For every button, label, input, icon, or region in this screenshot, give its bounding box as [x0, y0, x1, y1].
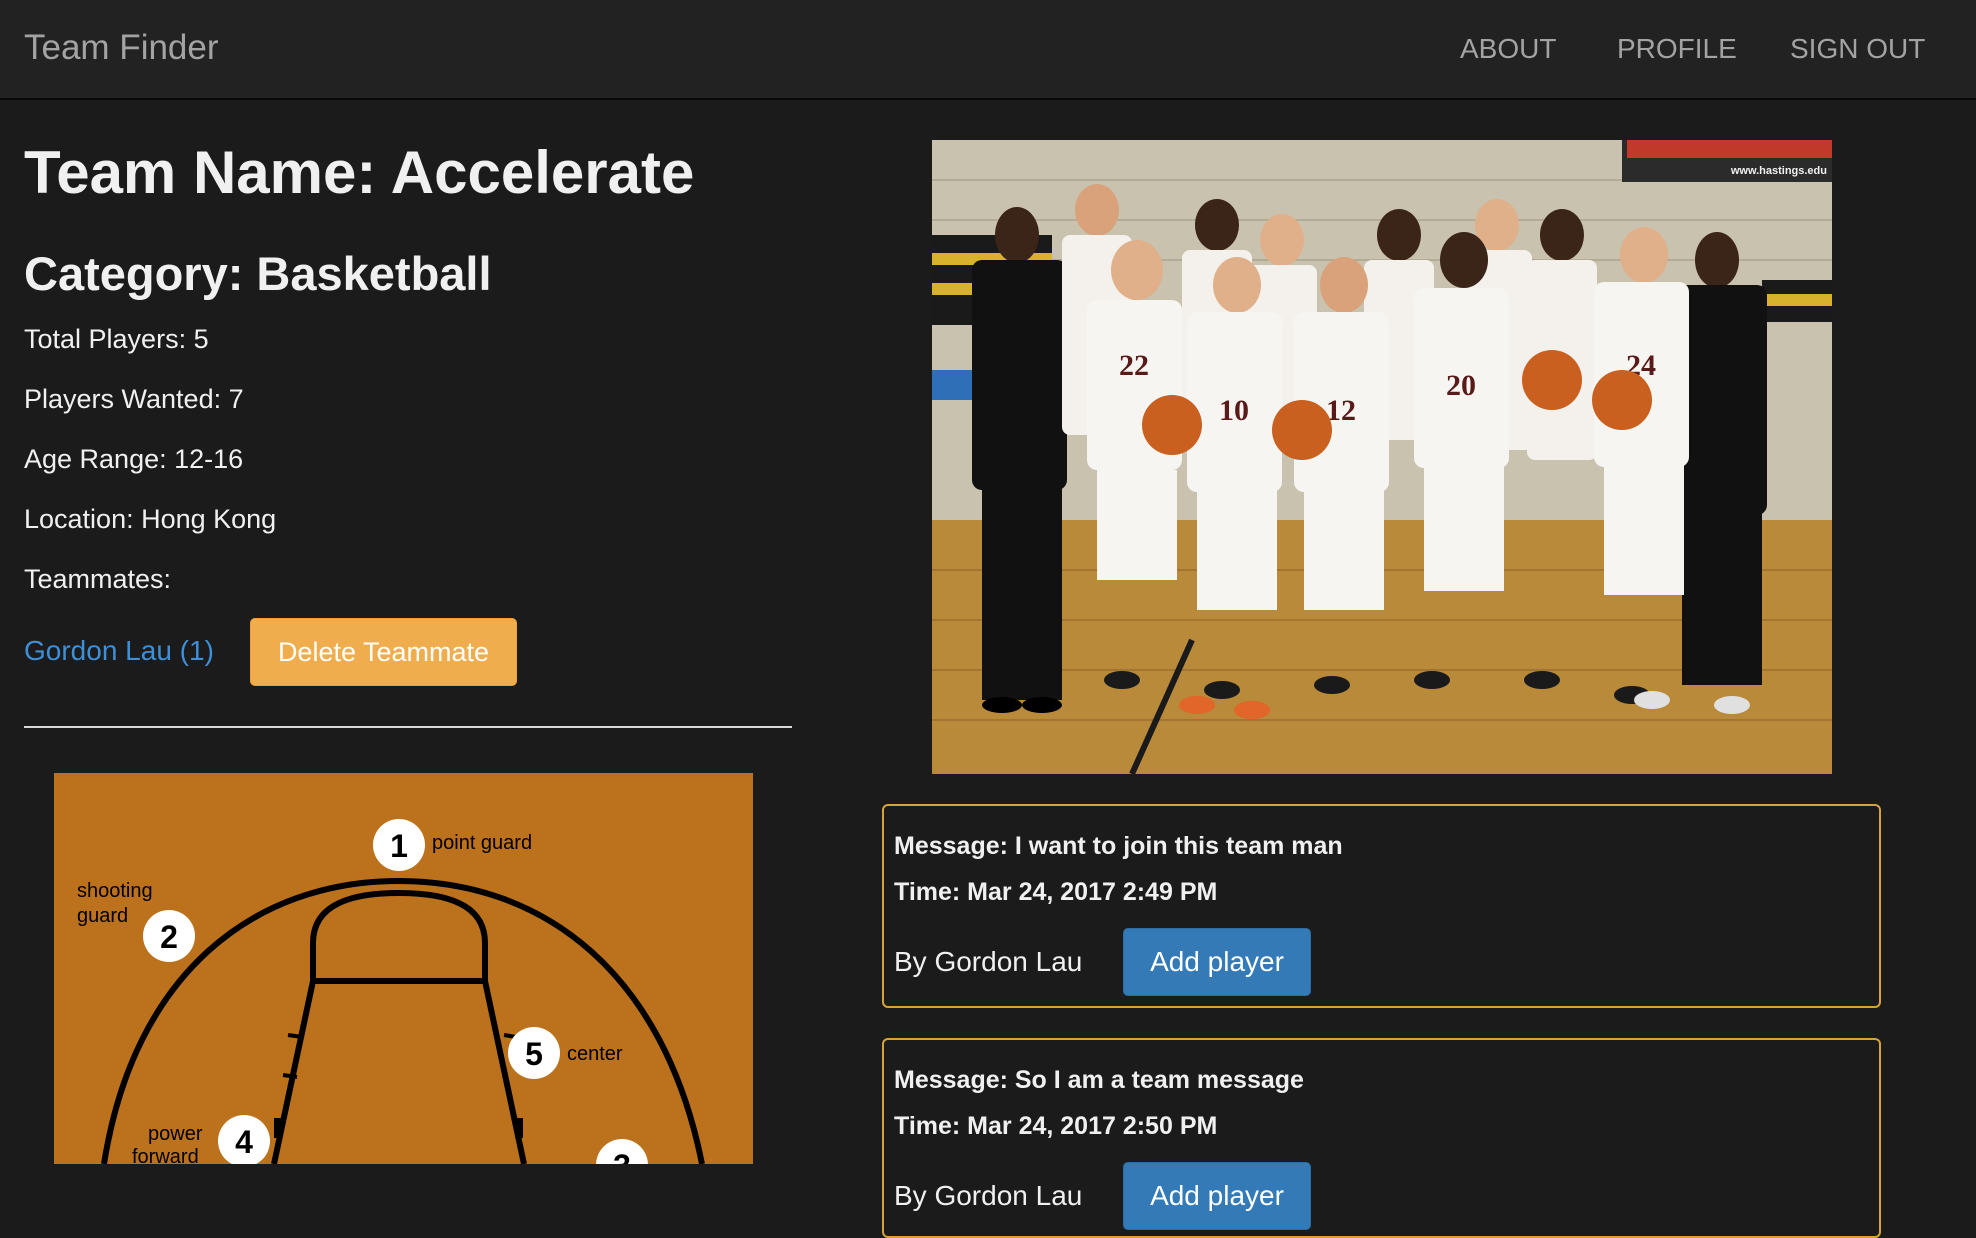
age-range: Age Range: 12-16 [24, 444, 244, 474]
position-1-label: point guard [432, 832, 532, 854]
players-wanted: Players Wanted: 7 [24, 384, 244, 414]
location: Location: Hong Kong [24, 504, 277, 534]
category-heading: Category: Basketball [24, 247, 492, 300]
message-author: By Gordon Lau [894, 1180, 1083, 1211]
court-diagram: 1 point guard 2 shooting guard 5 center … [54, 773, 753, 1164]
court-svg: 1 point guard 2 shooting guard 5 center … [77, 819, 705, 1164]
position-1-number: 1 [390, 828, 408, 864]
teammate-link[interactable]: Gordon Lau (1) [24, 635, 214, 667]
message-card: Message: So I am a team message Time: Ma… [882, 1038, 1881, 1238]
position-2-label-line1: shooting [77, 880, 153, 902]
message-time: Time: Mar 24, 2017 2:50 PM [894, 1112, 1218, 1140]
message-text: Message: So I am a team message [894, 1066, 1304, 1094]
lane-mark [287, 1033, 303, 1039]
team-name-heading: Team Name: Accelerate [24, 139, 695, 206]
position-2-label-line2: guard [77, 905, 128, 927]
teammates-label: Teammates: [24, 564, 172, 594]
team-photo-svg: www.hastings.edu 22 10 12 20 24 [932, 140, 1832, 774]
position-4-label-line1: power [148, 1123, 203, 1145]
position-3-number: 3 [613, 1148, 631, 1164]
lane-block [274, 1118, 282, 1138]
jersey-number-10: 10 [1219, 394, 1249, 427]
add-player-button[interactable]: Add player [1123, 928, 1311, 996]
brand-logo[interactable]: Team Finder [24, 28, 219, 68]
lane-block [515, 1118, 523, 1138]
message-text: Message: I want to join this team man [894, 832, 1343, 860]
three-point-arc [101, 877, 705, 1164]
add-player-button[interactable]: Add player [1123, 1162, 1311, 1230]
jersey-number-20: 20 [1446, 369, 1476, 402]
nav-sign-out-link[interactable]: SIGN OUT [1790, 33, 1925, 65]
team-photo: www.hastings.edu 22 10 12 20 24 [932, 140, 1832, 774]
position-4-number: 4 [235, 1124, 253, 1160]
free-throw-circle [310, 889, 488, 981]
position-2-number: 2 [160, 919, 178, 955]
message-author: By Gordon Lau [894, 946, 1083, 977]
position-5-number: 5 [525, 1036, 543, 1072]
delete-teammate-button[interactable]: Delete Teammate [250, 618, 517, 686]
message-card: Message: I want to join this team man Ti… [882, 804, 1881, 1008]
nav-profile-link[interactable]: PROFILE [1617, 33, 1737, 65]
jersey-number-22: 22 [1119, 349, 1149, 382]
nav-about-link[interactable]: ABOUT [1460, 33, 1556, 65]
position-4-label-line2: forward [132, 1146, 199, 1164]
lane-mark [282, 1073, 298, 1079]
total-players: Total Players: 5 [24, 324, 209, 354]
message-time: Time: Mar 24, 2017 2:49 PM [894, 878, 1218, 906]
position-5-label: center [567, 1043, 623, 1065]
divider [24, 726, 792, 728]
navbar: Team Finder ABOUT PROFILE SIGN OUT [0, 0, 1976, 100]
banner-text: www.hastings.edu [1730, 165, 1827, 177]
